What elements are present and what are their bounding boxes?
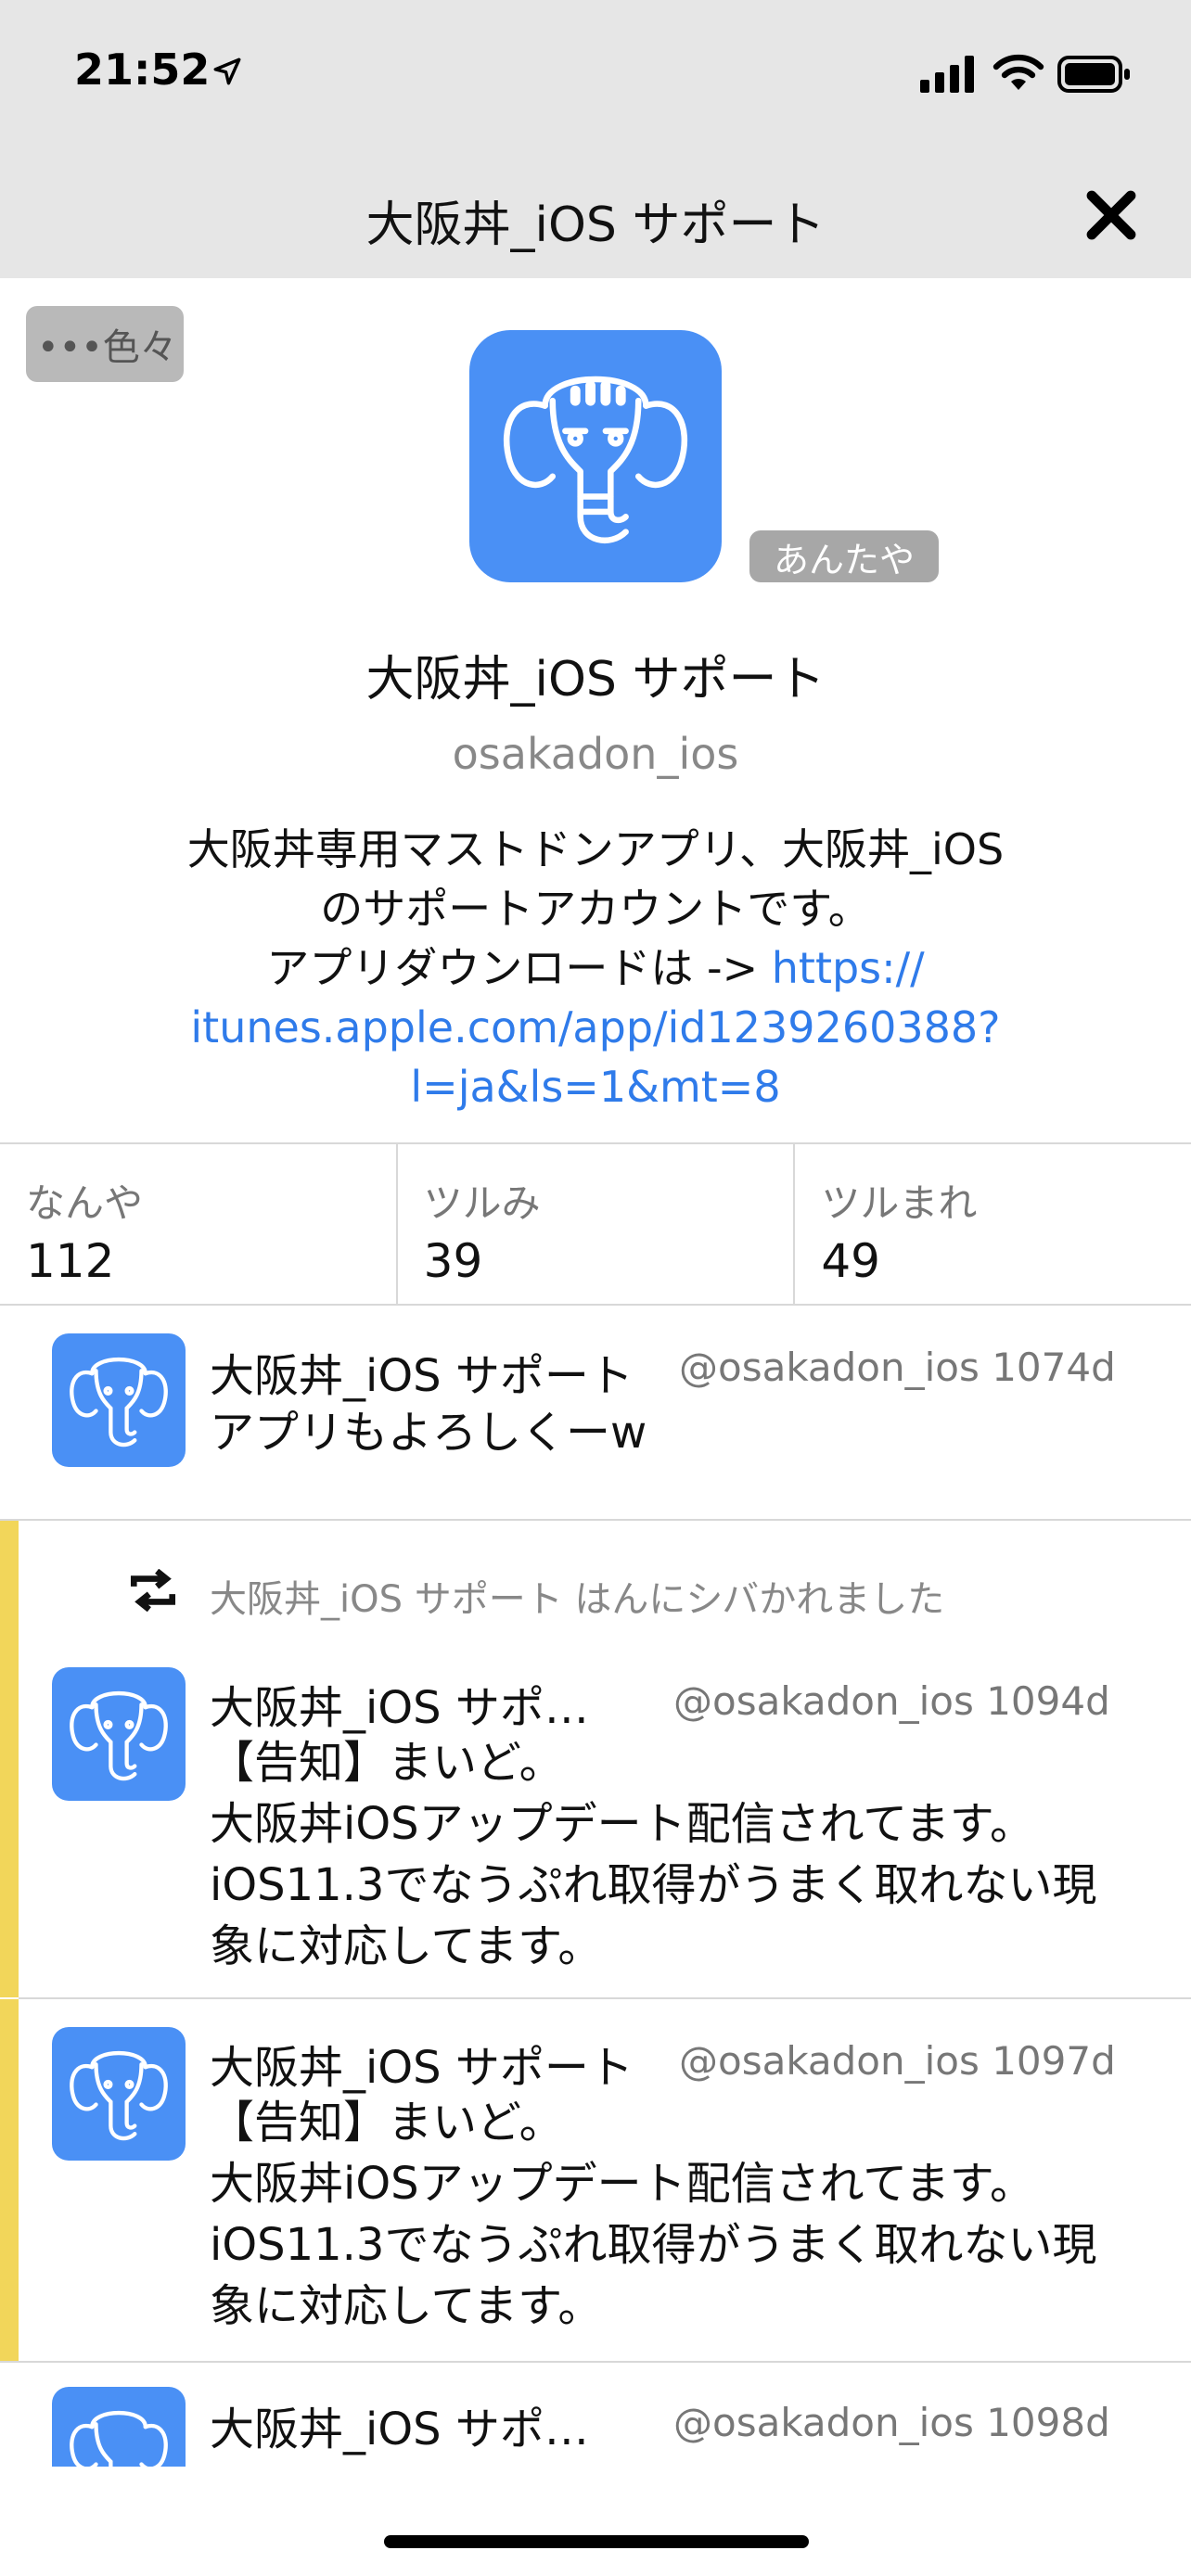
boost-icon [130,1569,176,1612]
post-author-name: 大阪丼_iOS サポ… [210,1682,589,1734]
wifi-icon [992,54,1044,90]
post-handle-time: @osakadon_ios 1097d [679,2038,1116,2084]
post-handle-time: @osakadon_ios 1098d [673,2400,1110,2445]
post-body-line: 【告知】まいど。 [210,1737,564,1789]
elephant-logo-icon [70,1690,168,1781]
bio-line: 大阪丼専用マストドンアプリ、大阪丼_iOS [186,824,1005,874]
stat-label: なんや [26,1180,144,1226]
post-author-name: 大阪丼_iOS サポ… [210,2404,589,2455]
post-avatar[interactable] [52,2027,186,2161]
stat-followers[interactable]: ツルまれ 49 [795,1144,1191,1304]
more-menu-button[interactable]: •••色々 [26,306,184,382]
post-avatar[interactable] [52,1667,186,1801]
bio-link[interactable]: itunes.apple.com/app/id1239260388? [190,1002,1000,1052]
stat-label: ツルまれ [821,1180,978,1226]
post-author-name: 大阪丼_iOS サポート [210,1350,634,1402]
reply-badge: あんたや [749,530,939,582]
close-icon[interactable] [1078,182,1145,249]
home-indicator[interactable] [384,2535,809,2548]
post-body-line: 大阪丼iOSアップデート配信されてます。 [210,2158,1034,2210]
stat-value: 49 [821,1234,880,1288]
timeline-post[interactable]: 大阪丼_iOS サポート @osakadon_ios 1074d アプリもよろし… [0,1307,1191,1521]
nav-title: 大阪丼_iOS サポート [365,198,826,253]
post-body: 【告知】まいど。 大阪丼iOSアップデート配信されてます。 iOS11.3でなう… [210,1732,1174,1977]
profile-display-name: 大阪丼_iOS サポート [365,652,826,708]
top-bar: 21:52 大阪丼_iOS サポート [0,0,1191,278]
elephant-logo-icon [70,2050,168,2141]
profile-account: osakadon_ios [452,729,739,779]
post-handle-time: @osakadon_ios 1074d [679,1345,1116,1390]
elephant-logo-icon [70,2410,168,2467]
post-body-line: 【告知】まいど。 [210,2097,564,2149]
bio-line: itunes.apple.com/app/id1239260388? [111,998,1080,1057]
elephant-logo-icon [70,1357,168,1447]
profile-bio: 大阪丼専用マストドンアプリ、大阪丼_iOS のサポートアカウントです。 アプリダ… [111,820,1080,1116]
post-body: 【告知】まいど。 大阪丼iOSアップデート配信されてます。 iOS11.3でなう… [210,2092,1174,2337]
post-body-line: 象に対応してます。 [210,2280,603,2332]
bio-text: アプリダウンロードは -> [266,943,772,993]
cellular-signal-icon [920,56,974,93]
timeline-post-boosted[interactable]: 大阪丼_iOS サポート はんにシバかれました 大阪丼_iOS サポ… @osa… [0,1521,1191,1997]
stat-label: ツルみ [423,1180,541,1226]
post-body-line: 象に対応してます。 [210,1920,603,1972]
post-body-line: iOS11.3でなうぷれ取得がうまく取れない現 [210,2219,1097,2271]
post-handle-time: @osakadon_ios 1094d [673,1678,1110,1724]
bio-line: アプリダウンロードは -> https:// [111,938,1080,998]
bio-line: l=ja&ls=1&mt=8 [111,1057,1080,1116]
stat-value: 112 [26,1234,115,1288]
stat-value: 39 [423,1234,483,1288]
stat-following[interactable]: ツルみ 39 [398,1144,796,1304]
post-avatar[interactable] [52,2387,186,2467]
location-arrow-icon [213,57,241,85]
timeline-post[interactable]: 大阪丼_iOS サポ… @osakadon_ios 1098d [0,2363,1191,2467]
status-time: 21:52 [74,45,211,95]
post-author-name: 大阪丼_iOS サポート [210,2042,634,2094]
post-body-line: iOS11.3でなうぷれ取得がうまく取れない現 [210,1859,1097,1911]
battery-icon [1057,56,1130,93]
post-body-line: 大阪丼iOSアップデート配信されてます。 [210,1798,1034,1850]
boost-notice: 大阪丼_iOS サポート はんにシバかれました [210,1578,945,1621]
profile-stats: なんや 112 ツルみ 39 ツルまれ 49 [0,1142,1191,1306]
post-body: アプリもよろしくーw [210,1407,647,1459]
elephant-logo-icon [503,376,688,543]
profile-avatar[interactable] [469,330,722,582]
timeline-post-boosted[interactable]: 大阪丼_iOS サポート @osakadon_ios 1097d 【告知】まいど… [0,1999,1191,2361]
bio-line: のサポートアカウントです。 [320,884,871,934]
post-avatar[interactable] [52,1333,186,1467]
stat-statuses[interactable]: なんや 112 [0,1144,398,1304]
bio-link[interactable]: l=ja&ls=1&mt=8 [410,1062,780,1112]
bio-link[interactable]: https:// [772,943,925,993]
